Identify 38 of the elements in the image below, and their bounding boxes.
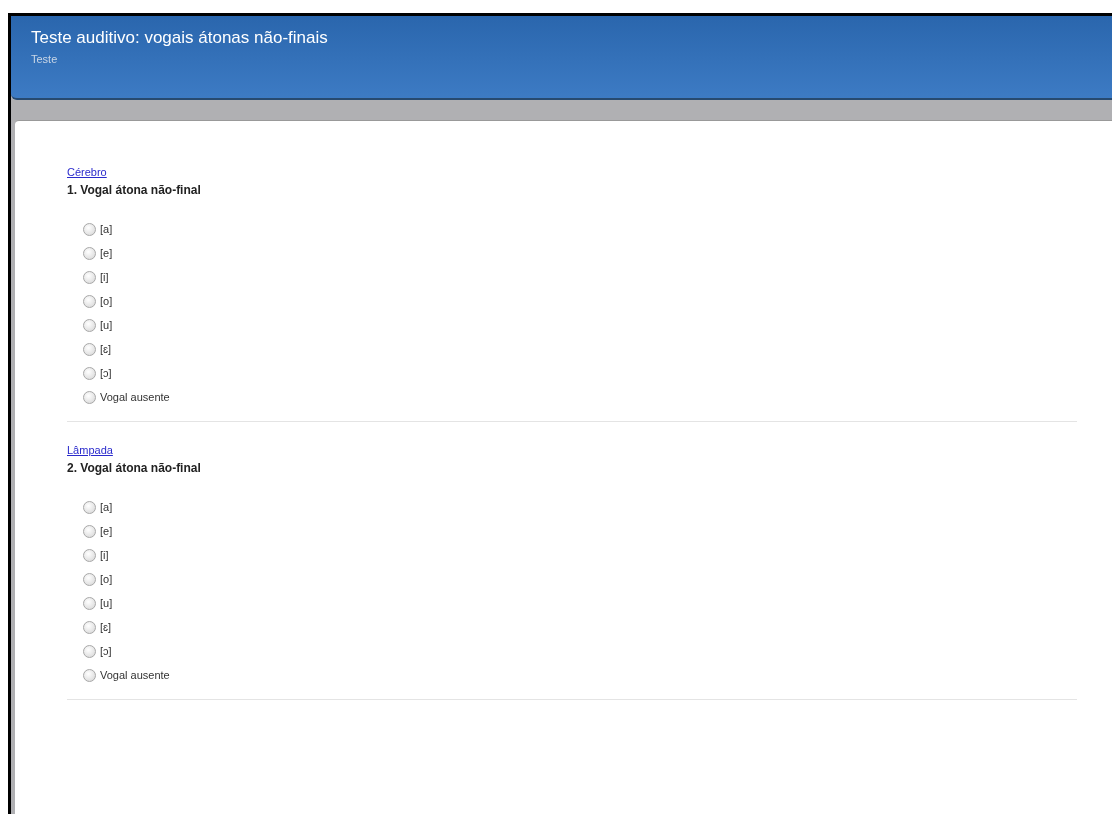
option-label: [i] [100, 549, 109, 561]
radio-button[interactable] [83, 524, 96, 538]
radio-button[interactable] [83, 270, 96, 284]
option-label: [i] [100, 271, 109, 283]
option-label: [ɔ] [100, 645, 112, 657]
option-label: [o] [100, 573, 113, 585]
question-title: 2. Vogal átona não-final [67, 461, 201, 475]
radio-button[interactable] [83, 644, 96, 658]
option-label: [u] [100, 319, 113, 331]
radio-button[interactable] [83, 548, 96, 562]
word-link[interactable]: Lâmpada [67, 444, 113, 456]
page-subtitle: Teste [31, 53, 58, 65]
radio-button[interactable] [83, 390, 96, 404]
radio-button[interactable] [83, 342, 96, 356]
radio-button[interactable] [83, 222, 96, 236]
option-label: [o] [100, 295, 113, 307]
option-label: [u] [100, 597, 113, 609]
page-title: Teste auditivo: vogais átonas não-finais [31, 28, 328, 48]
radio-button[interactable] [83, 620, 96, 634]
radio-button[interactable] [83, 366, 96, 380]
option-label: [ɔ] [100, 367, 112, 379]
option-label: [ɛ] [100, 343, 112, 355]
radio-button[interactable] [83, 294, 96, 308]
radio-button[interactable] [83, 596, 96, 610]
option-label: [e] [100, 525, 113, 537]
radio-button[interactable] [83, 500, 96, 514]
option-label: [a] [100, 501, 113, 513]
option-label: [e] [100, 247, 113, 259]
question-title: 1. Vogal átona não-final [67, 183, 201, 197]
option-label: Vogal ausente [100, 669, 170, 681]
option-label: [a] [100, 223, 113, 235]
word-link[interactable]: Cérebro [67, 166, 107, 178]
option-label: Vogal ausente [100, 391, 170, 403]
radio-button[interactable] [83, 318, 96, 332]
radio-button[interactable] [83, 668, 96, 682]
radio-button[interactable] [83, 246, 96, 260]
option-label: [ɛ] [100, 621, 112, 633]
radio-button[interactable] [83, 572, 96, 586]
